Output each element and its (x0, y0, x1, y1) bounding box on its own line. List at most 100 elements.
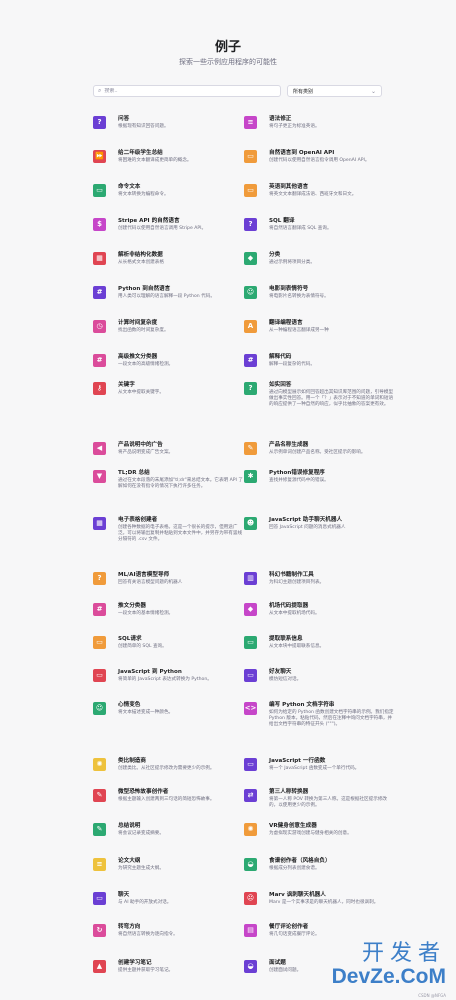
example-title: 翻译编程语言 (269, 320, 303, 326)
example-text: 计算时间复杂度 找出函数的时间复杂度。 (118, 320, 243, 334)
example-title: 英语到其他语言 (269, 184, 309, 190)
example-title: 食谱创作者（风格自负） (269, 858, 331, 864)
example-item[interactable]: ▭ 英语到其他语言将英文文本翻译成法语、西班牙文和日文。 (244, 184, 394, 198)
text-icon: ≡ (244, 116, 257, 129)
example-item[interactable]: ↻ 转弯方向 将自然语言转换为逐向指令。 (93, 924, 243, 938)
example-item[interactable]: ◒ 食谱创作者（风格自负） 根据成分列表创建食谱。 (244, 858, 394, 872)
example-text: 产品说明中的广告 将产品说明变成广告文案。 (118, 442, 243, 456)
question-icon: ? (93, 572, 106, 585)
example-item[interactable]: ≡ 论文大纲 为研究主题生成大纲。 (93, 858, 243, 872)
translate-icon: ▭ (244, 184, 257, 197)
example-item[interactable]: ▭ 提取联系信息 从文本块中提取联系信息。 (244, 636, 394, 650)
example-item[interactable]: ▭ JavaScript 一行函数 将一个 JavaScript 函数变成一个单行代… (244, 758, 394, 772)
example-item[interactable]: A 翻译编程语言 从一种编程语言翻译成另一种 (244, 320, 394, 334)
example-item[interactable]: ▭ 聊天与 AI 助手的开放式对话。 (93, 892, 243, 906)
example-item[interactable]: ⚷ 关键字 从文本中提取关键字。 (93, 382, 243, 396)
example-item[interactable]: ▭ JavaScript 到 Python 将简单的 JavaScript 表达式转… (93, 669, 243, 683)
example-description: 将产品说明变成广告文案。 (118, 450, 174, 455)
pencil-icon: ✎ (244, 442, 257, 455)
example-item[interactable]: ▦ 电子表格创建者 创建各种数据的电子表格。这是一个很长的提示，但用途广泛。可以将输… (93, 517, 243, 543)
example-item[interactable]: # 解释代码 解释一段复杂的代码。 (244, 354, 394, 368)
example-item[interactable]: ▦ 解析非结构化数据 从长格式文本创建表格 (93, 252, 243, 266)
example-item[interactable]: ▤ 餐厅评论创作者 将几句话变成餐厅评论。 (244, 924, 394, 938)
example-item[interactable]: ◆ 机场代码提取器 从文本中提取机场代码。 (244, 603, 394, 617)
example-item[interactable]: ▭ SQL请求 创建简单的 SQL 查询。 (93, 636, 243, 650)
example-text: 第三人称转换器 将第一人称 POV 转换为第三人称。这是根据社区提示修改的，以使用… (269, 789, 394, 809)
example-item[interactable]: ✺ VR健身创意生成器 为虚拟现实游戏创建与健身相关的创意。 (244, 823, 394, 837)
example-text: JavaScript 到 Python 将简单的 JavaScript 表达式转换… (118, 669, 243, 683)
example-item[interactable]: <> 编写 Python 文档字符串 如何为给定的 Python 函数创建文档字符串… (244, 702, 394, 728)
pencil-icon: ✎ (93, 789, 106, 802)
example-title: Python 到自然语言 (118, 286, 171, 292)
example-text: 解析非结构化数据 从长格式文本创建表格 (118, 252, 243, 266)
example-text: 微型恐怖故事创作者 根据主题输入创建两到三句话的简短恐怖故事。 (118, 789, 243, 803)
contact-icon: ▭ (244, 636, 257, 649)
example-description: 通过示例将项目分类。 (269, 260, 315, 265)
example-title: Marv 讽刺聊天机器人 (269, 892, 326, 898)
chat-icon: ▭ (93, 892, 106, 905)
example-item[interactable]: ✱ Python错误修复程序 查找并修复源代码中的错误。 (244, 470, 394, 484)
example-title: TL;DR 总结 (118, 470, 150, 476)
example-title: 科幻书籍制作工具 (269, 572, 314, 578)
example-description: 将会议记录变成摘要。 (118, 831, 164, 836)
terminal-icon: ▭ (93, 669, 106, 682)
lightbulb-icon: ✺ (93, 758, 106, 771)
swap-icon: ⇄ (244, 789, 257, 802)
example-title: 机场代码提取器 (269, 603, 309, 609)
example-item[interactable]: ✎ 微型恐怖故事创作者 根据主题输入创建两到三句话的简短恐怖故事。 (93, 789, 243, 803)
example-description: 如何为给定的 Python 函数创建文档字符串的示例。我们指定 Python 版… (269, 710, 394, 727)
example-item[interactable]: ⏩ 给二年级学生总结 将困难的文本翻译成更简单的概念。 (93, 150, 243, 164)
example-description: 通过在文本段落的末尾添加"tl;dr"来总结文本。它表明 API 了解如何在没有… (118, 478, 243, 489)
example-text: JavaScript 助手聊天机器人 回答 JavaScript 问题的消息式机器… (269, 517, 394, 531)
example-text: 问答 根据现有知识回答问题。 (118, 116, 243, 130)
example-item[interactable]: ▭ 命令文本 将文本转换为编程命令。 (93, 184, 243, 198)
example-item[interactable]: ? SQL 翻译 将自然语言翻译成 SQL 查询。 (244, 218, 394, 232)
example-item[interactable]: # Python 到自然语言 用人类可以理解的语言解释一段 Python 代码。 (93, 286, 243, 300)
example-item[interactable]: ▭ 好友聊天 模仿短信对话。 (244, 669, 394, 683)
example-description: 将英文文本翻译成法语、西班牙文和日文。 (269, 192, 357, 197)
study-icon: ▲ (93, 960, 106, 973)
example-description: 创建代码以使用自然语言指令调用 OpenAI API。 (269, 158, 370, 163)
watermark-text: 开发者 (361, 941, 446, 966)
sad-face-icon: ☹ (244, 892, 257, 905)
watermark: 开发者 DevZe.CoM CSDN @NFGA (332, 941, 446, 999)
example-item[interactable]: ▲ 创建学习笔记 提供主题并获取学习笔记。 (93, 960, 243, 974)
example-item[interactable]: ⇄ 第三人称转换器 将第一人称 POV 转换为第三人称。这是根据社区提示修改的，以使… (244, 789, 394, 809)
example-text: 创建学习笔记 提供主题并获取学习笔记。 (118, 960, 243, 974)
example-item[interactable]: ✎ 总结说明 将会议记录变成摘要。 (93, 823, 243, 837)
dollar-icon: $ (93, 218, 106, 231)
spreadsheet-icon: ▦ (93, 517, 106, 530)
example-item[interactable]: ? 如实回答 通过向模型展示如何回答超出其知识库范围的问题，引导模型做出事实性回答。… (244, 382, 394, 408)
example-text: 电影到表情符号 将电影片名转换为表情符号。 (269, 286, 394, 300)
example-item[interactable]: # 推文分类器 一段文本的基本情绪检测。 (93, 603, 243, 617)
example-text: 自然语言到 OpenAI API 创建代码以使用自然语言指令调用 OpenAI A… (269, 150, 394, 164)
example-title: 编写 Python 文档字符串 (269, 702, 335, 708)
example-item[interactable]: ☺ 心情变色 将文本描述变成一种颜色。 (93, 702, 243, 716)
example-item[interactable]: ✺ 类比制造商 创建类比。从社区提示修改为需要更少的示例。 (93, 758, 243, 772)
example-item[interactable]: ≡ 语法修正 将句子更正为标准英语。 (244, 116, 394, 130)
example-text: 机场代码提取器 从文本中提取机场代码。 (269, 603, 394, 617)
example-item[interactable]: $ Stripe API 的自然语言 创建代码以使用自然语言调用 Stripe AP… (93, 218, 243, 232)
review-icon: ▤ (244, 924, 257, 937)
example-item[interactable]: # 高级推文分类器 一段文本的高级情绪检测。 (93, 354, 243, 368)
example-item[interactable]: ▼ TL;DR 总结 通过在文本段落的末尾添加"tl;dr"来总结文本。它表明 AP… (93, 470, 243, 490)
example-description: 将一个 JavaScript 函数变成一个单行代码。 (269, 766, 360, 771)
example-item[interactable]: ☻ JavaScript 助手聊天机器人 回答 JavaScript 问题的消息式机… (244, 517, 394, 531)
example-item[interactable]: ? 问答 根据现有知识回答问题。 (93, 116, 243, 130)
document-icon: ≡ (93, 858, 106, 871)
key-icon: ⚷ (93, 382, 106, 395)
example-item[interactable]: ✎ 产品名称生成器 从示例单词创建产品名称。受社区提示的影响。 (244, 442, 394, 456)
example-item[interactable]: ▥ 科幻书籍制作工具 为科幻主题创建项目列表。 (244, 572, 394, 586)
example-text: Stripe API 的自然语言 创建代码以使用自然语言调用 Stripe API… (118, 218, 243, 232)
example-item[interactable]: ◆ 分类 通过示例将项目分类。 (244, 252, 394, 266)
example-item[interactable]: ◀ 产品说明中的广告 将产品说明变成广告文案。 (93, 442, 243, 456)
example-item[interactable]: ? ML/AI语言模型导师 回答有关语言模型问题的机器人 (93, 572, 243, 586)
example-title: 电子表格创建者 (118, 517, 158, 523)
smiley-icon: ☺ (93, 702, 106, 715)
example-item[interactable]: ☺ 电影到表情符号 将电影片名转换为表情符号。 (244, 286, 394, 300)
example-item[interactable]: ▭ 自然语言到 OpenAI API 创建代码以使用自然语言指令调用 OpenAI … (244, 150, 394, 164)
example-item[interactable]: ◷ 计算时间复杂度 找出函数的时间复杂度。 (93, 320, 243, 334)
example-title: 电影到表情符号 (269, 286, 309, 292)
example-item[interactable]: ☹ Marv 讽刺聊天机器人 Marv 是一个实事求是的聊天机器人，同时也很讽刺。 (244, 892, 394, 906)
example-text: 分类 通过示例将项目分类。 (269, 252, 394, 266)
